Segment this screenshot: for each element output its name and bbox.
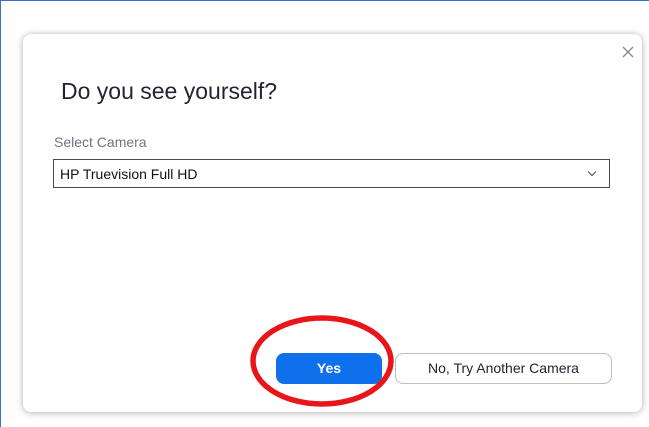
- close-icon: [622, 46, 634, 58]
- select-camera-label: Select Camera: [54, 134, 147, 150]
- dialog-title: Do you see yourself?: [61, 78, 278, 104]
- close-button[interactable]: [619, 43, 637, 61]
- camera-select[interactable]: HP Truevision Full HD: [53, 159, 610, 188]
- camera-select-value: HP Truevision Full HD: [60, 166, 198, 182]
- yes-button[interactable]: Yes: [276, 353, 382, 384]
- window-frame: Do you see yourself? Select Camera HP Tr…: [0, 0, 649, 427]
- camera-test-dialog: Do you see yourself? Select Camera HP Tr…: [23, 34, 642, 412]
- try-another-camera-button[interactable]: No, Try Another Camera: [395, 353, 612, 384]
- chevron-down-icon: [587, 170, 597, 177]
